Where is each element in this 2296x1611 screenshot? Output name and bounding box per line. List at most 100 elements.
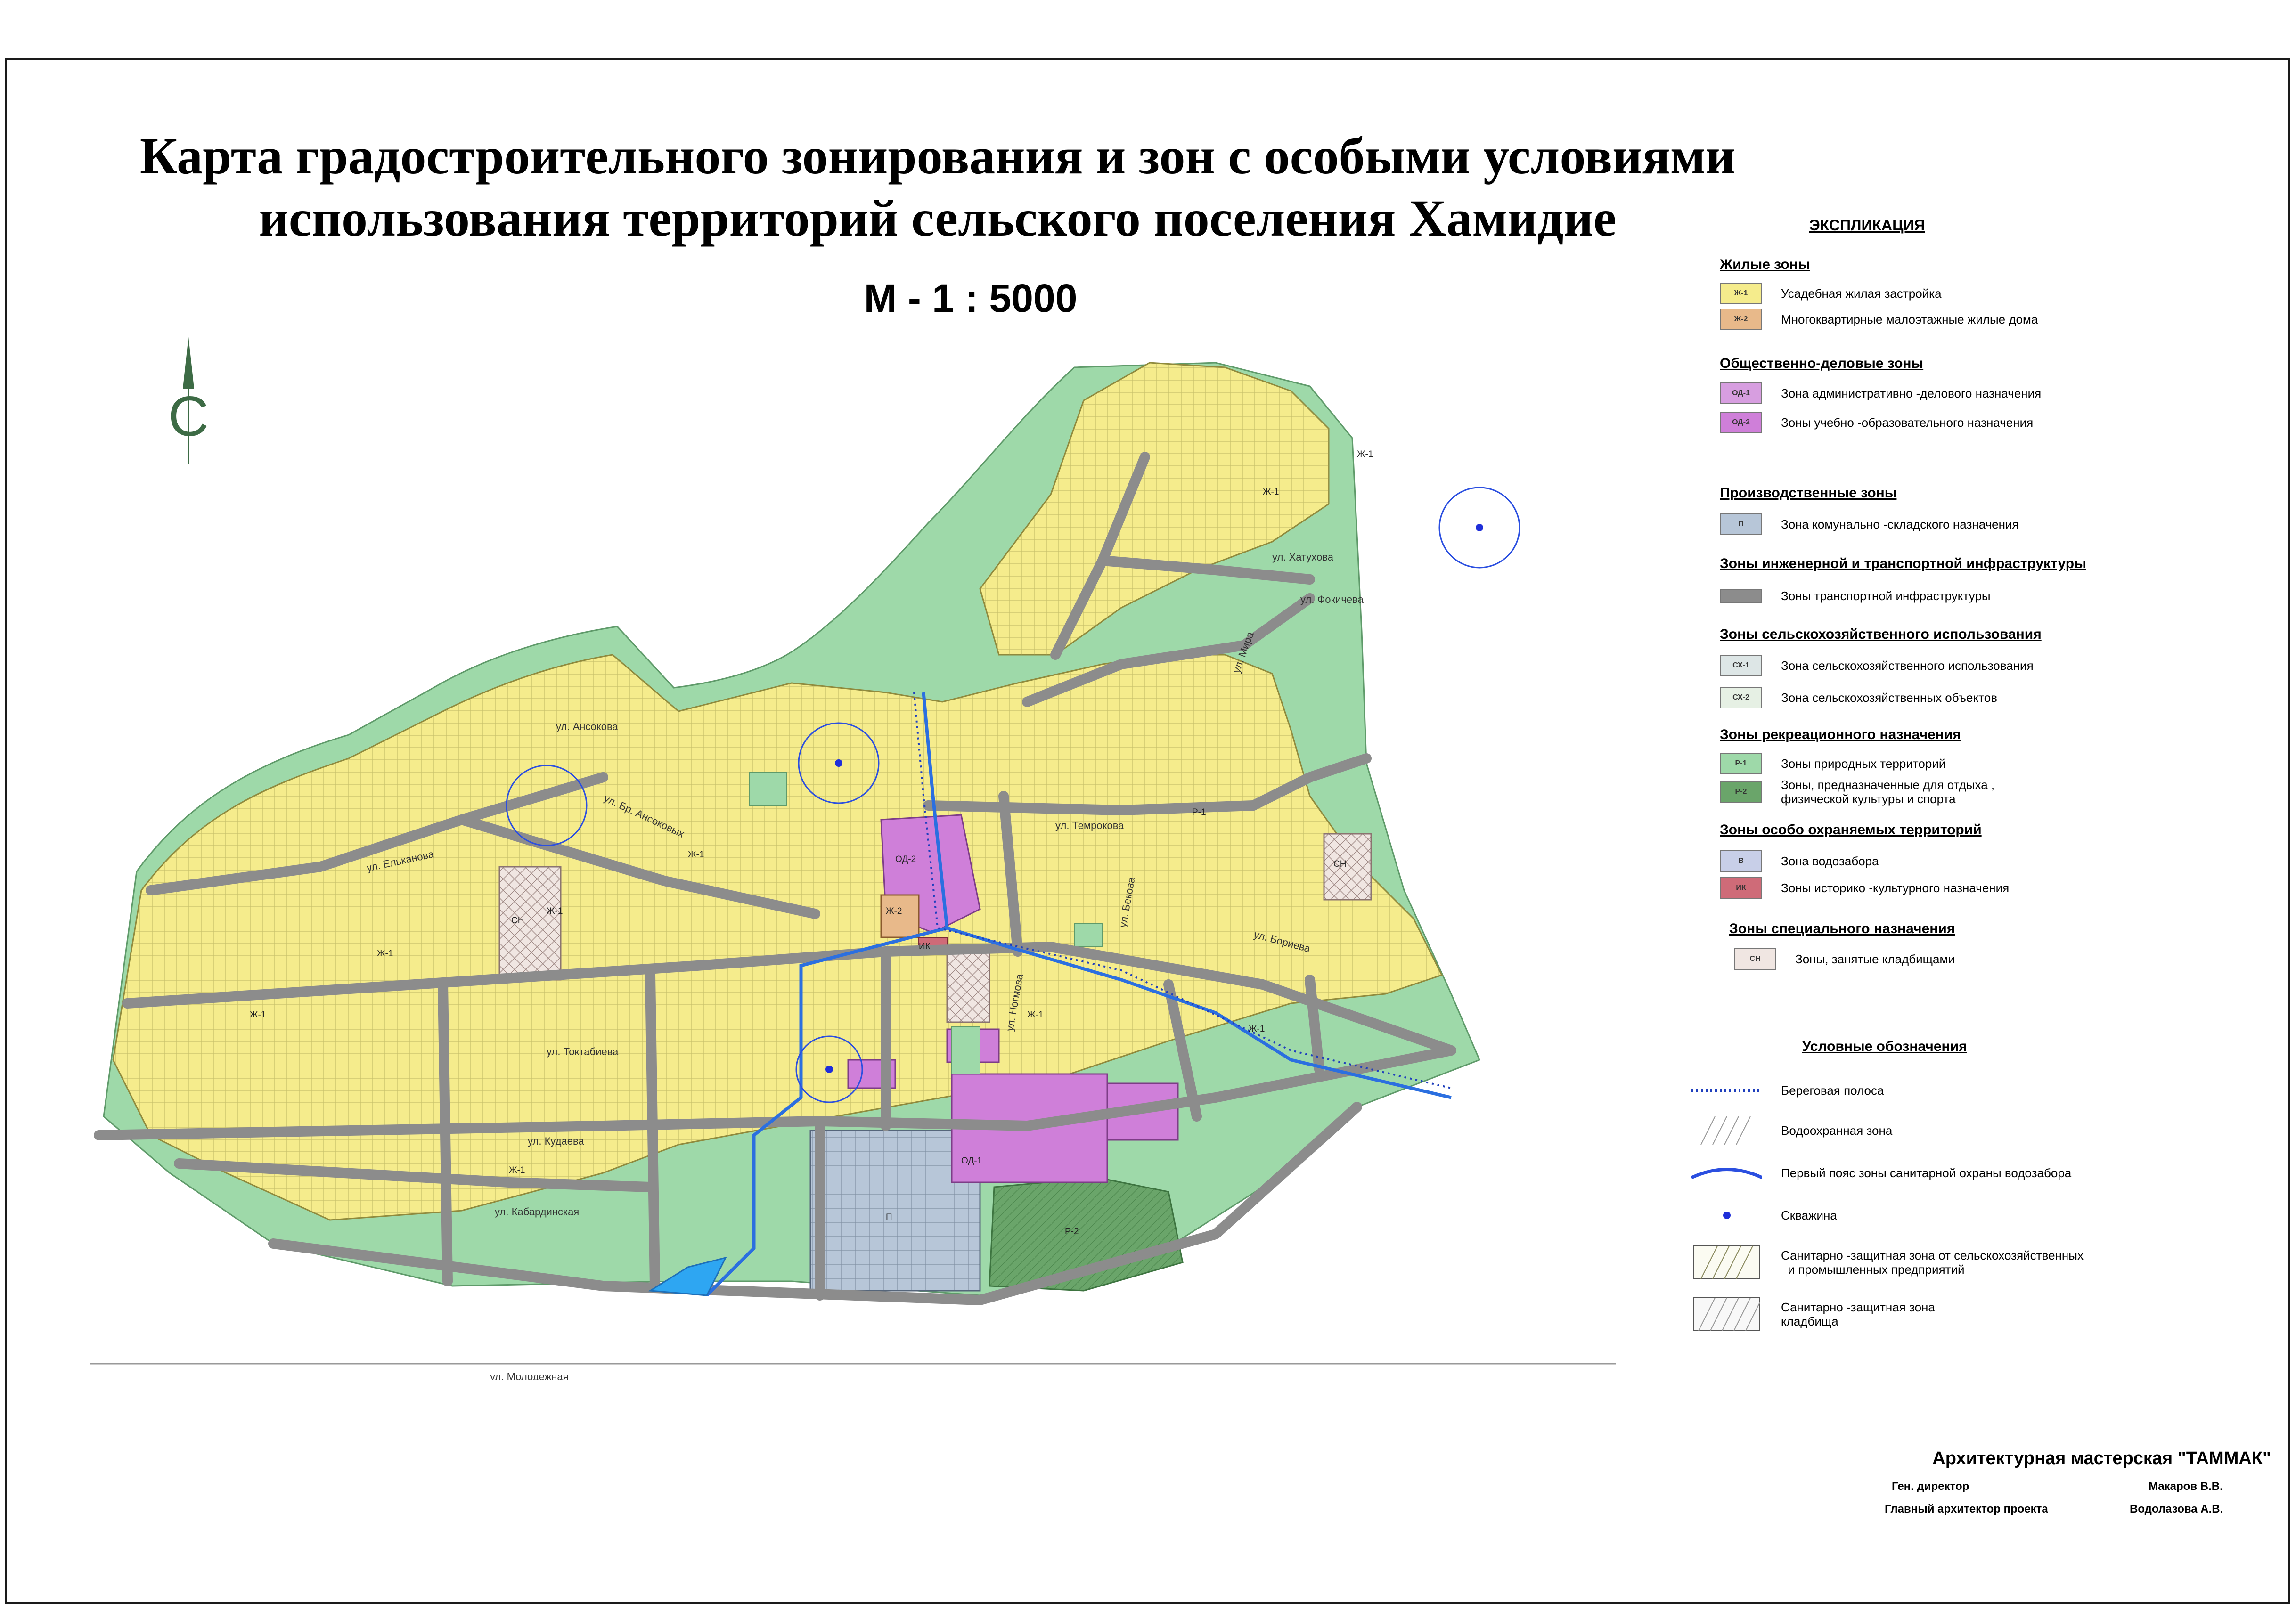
legend-swatch: Ж-1	[1720, 283, 1762, 304]
street-label: ул. Ансокова	[556, 721, 618, 732]
legend-label: Зона административно -делового назначени…	[1781, 386, 2042, 400]
cemetery-zone-west	[498, 866, 562, 981]
legend-item: ОД-2 Зоны учебно -образовательного назна…	[1720, 412, 2033, 433]
symbol-label: Первый пояс зоны санитарной охраны водоз…	[1781, 1166, 2072, 1180]
legend-item: СХ-1 Зона сельскохозяйственного использо…	[1720, 655, 2034, 676]
zone-label: Ж-1	[1249, 1024, 1265, 1034]
legend-label: Зона комунально -складского назначения	[1781, 517, 2019, 531]
legend-item: ОД-1 Зона административно -делового назн…	[1720, 382, 2041, 404]
title-line-1: Карта градостроительного зонирования и з…	[139, 127, 1736, 185]
well-dot-icon	[1723, 1212, 1731, 1219]
symbol-item: Санитарно -защитная зона кладбища	[1691, 1295, 1935, 1333]
legend-swatch: ОД-2	[1720, 412, 1762, 433]
apartment-zone	[880, 894, 920, 938]
title-line-2: использования территорий сельского посел…	[259, 189, 1617, 247]
zone-label: ОД-2	[895, 854, 916, 864]
street-label: ул. Кабардинская	[495, 1206, 579, 1218]
sanitary-zone-arc-icon	[1691, 1168, 1762, 1180]
legend-swatch	[1720, 589, 1762, 603]
symbol-item: Скважина	[1691, 1196, 1837, 1234]
zone-label: ОД-1	[961, 1156, 982, 1166]
zone-label: Ж-1	[688, 850, 704, 860]
legend-swatch: СХ-2	[1720, 687, 1762, 708]
legend-section-title: Зоны рекреационного назначения	[1720, 727, 1961, 742]
street-label: ул. Хатухова	[1272, 551, 1334, 563]
zone-label: Ж-1	[509, 1165, 525, 1175]
legend-swatch: СХ-1	[1720, 655, 1762, 676]
legend-section-title: Зоны специального назначения	[1729, 921, 1955, 936]
zone-label: Ж-1	[1357, 449, 1373, 459]
legend-label: Зоны, занятые кладбищами	[1795, 952, 1955, 966]
zone-label: Р-1	[1192, 807, 1206, 817]
legend-label: Зоны природных территорий	[1781, 757, 1946, 771]
legend-swatch: Р-1	[1720, 753, 1762, 774]
zone-label: Ж-2	[886, 906, 902, 916]
legend-swatch: СН	[1734, 948, 1776, 970]
legend-label: Усадебная жилая застройка	[1781, 286, 1942, 301]
well-dot-1	[1476, 524, 1483, 531]
zone-label: Ж-1	[377, 949, 393, 959]
legend-label: Зоны, предназначенные для отдыха , физич…	[1781, 778, 1995, 806]
name-architect: Водолазова А.В.	[2130, 1503, 2223, 1515]
legend-item: ИК Зоны историко -культурного назначения	[1720, 877, 2009, 899]
legend-section-title: Зоны особо охраняемых территорий	[1720, 822, 1982, 838]
legend-swatch: В	[1720, 850, 1762, 872]
street-label: ул. Молодежная	[490, 1371, 569, 1380]
zone-label: Ж-1	[1263, 487, 1279, 497]
legend-label: Зона сельскохозяйственного использования	[1781, 659, 2034, 673]
legend-section-title: Производственные зоны	[1720, 485, 1897, 501]
symbol-label: Скважина	[1781, 1208, 1837, 1222]
symbol-item: Санитарно -защитная зона от сельскохозяй…	[1691, 1244, 2084, 1281]
legend-label: Зона сельскохозяйственных объектов	[1781, 691, 1998, 705]
symbol-item: Первый пояс зоны санитарной охраны водоз…	[1691, 1154, 2071, 1192]
industrial-buffer-hatch-icon	[1693, 1245, 1760, 1279]
zone-label: Ж-1	[547, 906, 563, 916]
legend-item: В Зона водозабора	[1720, 850, 1879, 872]
symbol-label: Санитарно -защитная зона от сельскохозяй…	[1781, 1248, 2084, 1277]
cemetery-zone-east	[1323, 833, 1372, 901]
legend-item: Зоны транспортной инфраструктуры	[1720, 585, 1991, 607]
green-patch-3	[1074, 923, 1103, 947]
legend-label: Зоны учебно -образовательного назначения	[1781, 415, 2034, 430]
role-director: Ген. директор	[1892, 1480, 1969, 1493]
shore-line-icon	[1691, 1089, 1762, 1092]
legend-item: Ж-2 Многоквартирные малоэтажные жилые до…	[1720, 309, 2038, 330]
legend-section-title: Жилые зоны	[1720, 257, 1810, 272]
zone-label: СН	[511, 916, 524, 926]
cemetery-buffer-hatch-icon	[1693, 1297, 1760, 1331]
zone-label: ИК	[919, 942, 931, 952]
legend-swatch: Ж-2	[1720, 309, 1762, 330]
legend-label: Зоны историко -культурного назначения	[1781, 881, 2010, 895]
symbol-item: Береговая полоса	[1691, 1072, 1884, 1109]
map-scale: М - 1 : 5000	[864, 276, 1078, 320]
legend-swatch: ИК	[1720, 877, 1762, 899]
cemetery-zone-center	[946, 946, 990, 1023]
legend-section-title: Общественно-деловые зоны	[1720, 356, 1924, 371]
well-dot-2	[835, 759, 842, 767]
legend-item: Р-1 Зоны природных территорий	[1720, 753, 1945, 774]
zone-label: Ж-1	[1027, 1010, 1043, 1020]
zoning-map[interactable]: Ж-1 Ж-1 Ж-1 Ж-1 Ж-1 Ж-1 Ж-1 Ж-1 Ж-1 Ж-2 …	[85, 325, 1654, 1380]
water-protection-hatch-icon	[1700, 1116, 1751, 1145]
name-director: Макаров В.В.	[2149, 1480, 2223, 1493]
map-title: Карта градостроительного зонирования и з…	[66, 125, 1809, 249]
legend-item: Ж-1 Усадебная жилая застройка	[1720, 283, 1942, 304]
well-dot-4	[825, 1066, 833, 1073]
legend-swatch: Р-2	[1720, 781, 1762, 803]
zone-label: СН	[1333, 859, 1346, 869]
street-label: ул. Фокичева	[1300, 594, 1364, 605]
symbol-item: Водоохранная зона	[1691, 1112, 1892, 1149]
legend-item: П Зона комунально -складского назначения	[1720, 513, 2019, 535]
symbols-title: Условные обозначения	[1802, 1039, 1967, 1054]
firm-name: Архитектурная мастерская "ТАММАК"	[1932, 1448, 2271, 1468]
zone-label: Ж-1	[250, 1010, 266, 1020]
green-patch-2	[951, 1026, 980, 1074]
street-label: ул. Темрокова	[1055, 820, 1124, 831]
zone-label: Р-2	[1065, 1227, 1079, 1237]
legend-section-title: Зоны инженерной и транспортной инфрастру…	[1720, 556, 2086, 571]
legend-section-title: Зоны сельскохозяйственного использования	[1720, 626, 2042, 642]
symbol-label: Водоохранная зона	[1781, 1123, 1893, 1138]
role-architect: Главный архитектор проекта	[1885, 1503, 2048, 1515]
street-label: ул. Токтабиева	[547, 1046, 619, 1058]
symbol-label: Береговая полоса	[1781, 1083, 1884, 1098]
